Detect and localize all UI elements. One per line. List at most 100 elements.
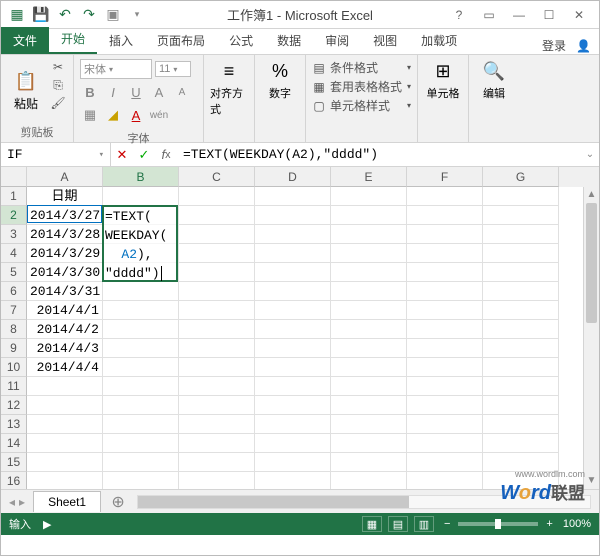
row-header[interactable]: 14 [1, 434, 27, 453]
col-header[interactable]: D [255, 167, 331, 187]
cell[interactable] [331, 301, 407, 320]
cell[interactable]: 2014/4/3 [27, 339, 103, 358]
cell[interactable] [407, 225, 483, 244]
cell[interactable] [179, 472, 255, 489]
help-button[interactable]: ? [447, 6, 471, 24]
cell[interactable] [483, 244, 559, 263]
row-header[interactable]: 10 [1, 358, 27, 377]
cut-icon[interactable]: ✂ [49, 59, 67, 75]
cell[interactable] [27, 434, 103, 453]
cell[interactable] [255, 377, 331, 396]
ribbon-display-button[interactable]: ▭ [477, 6, 501, 24]
row-header[interactable]: 2 [1, 206, 27, 225]
cell[interactable] [331, 206, 407, 225]
cell[interactable] [27, 472, 103, 489]
col-header[interactable]: F [407, 167, 483, 187]
grow-font-button[interactable]: A [149, 82, 169, 102]
cell[interactable] [103, 358, 179, 377]
cell[interactable] [103, 453, 179, 472]
cell[interactable] [407, 244, 483, 263]
row-header[interactable]: 6 [1, 282, 27, 301]
cell[interactable] [331, 377, 407, 396]
cell[interactable] [483, 434, 559, 453]
cell[interactable] [407, 339, 483, 358]
cell[interactable]: 2014/3/30 [27, 263, 103, 282]
cell[interactable] [103, 415, 179, 434]
cell[interactable] [483, 358, 559, 377]
cell[interactable] [255, 396, 331, 415]
cell[interactable] [255, 187, 331, 206]
cell[interactable] [255, 282, 331, 301]
cell[interactable]: 2014/3/28 [27, 225, 103, 244]
close-button[interactable]: ✕ [567, 6, 591, 24]
col-header[interactable]: A [27, 167, 103, 187]
cell[interactable] [331, 415, 407, 434]
cell[interactable]: 2014/4/2 [27, 320, 103, 339]
cell[interactable] [103, 263, 179, 282]
col-header[interactable]: C [179, 167, 255, 187]
cell[interactable] [331, 320, 407, 339]
row-header[interactable]: 13 [1, 415, 27, 434]
cell[interactable] [407, 358, 483, 377]
cell[interactable] [331, 263, 407, 282]
cell[interactable] [407, 282, 483, 301]
phonetic-button[interactable]: wén [149, 105, 169, 125]
cell[interactable] [103, 206, 179, 225]
page-layout-view-button[interactable]: ▤ [388, 516, 408, 532]
cell[interactable] [255, 225, 331, 244]
sheet-nav-prev-icon[interactable]: ◂ [9, 495, 15, 509]
cell[interactable] [255, 434, 331, 453]
cell[interactable] [179, 320, 255, 339]
page-break-view-button[interactable]: ▥ [414, 516, 434, 532]
cell[interactable] [331, 453, 407, 472]
tab-layout[interactable]: 页面布局 [145, 27, 217, 54]
alignment-button[interactable]: ≡ 对齐方式 [210, 59, 248, 117]
cell[interactable] [179, 225, 255, 244]
cell[interactable] [179, 434, 255, 453]
cell[interactable] [483, 206, 559, 225]
formula-confirm-button[interactable]: ✓ [133, 143, 155, 166]
row-header[interactable]: 8 [1, 320, 27, 339]
cell[interactable] [331, 396, 407, 415]
cell[interactable] [179, 187, 255, 206]
cell[interactable] [407, 206, 483, 225]
undo-icon[interactable]: ↶ [57, 7, 73, 23]
redo-icon[interactable]: ↷ [81, 7, 97, 23]
cell[interactable] [179, 244, 255, 263]
cell[interactable] [255, 339, 331, 358]
copy-icon[interactable]: ⎘ [49, 77, 67, 93]
underline-button[interactable]: U [126, 82, 146, 102]
cell[interactable] [103, 244, 179, 263]
cell[interactable] [103, 301, 179, 320]
scroll-up-icon[interactable]: ▲ [584, 187, 599, 203]
cell[interactable] [255, 301, 331, 320]
cell[interactable] [407, 301, 483, 320]
formula-cancel-button[interactable]: ✕ [111, 143, 133, 166]
cell[interactable] [103, 377, 179, 396]
zoom-out-button[interactable]: − [444, 518, 450, 530]
cell[interactable] [331, 244, 407, 263]
add-sheet-button[interactable]: ⊕ [107, 491, 129, 513]
cell[interactable] [255, 472, 331, 489]
cell[interactable] [103, 320, 179, 339]
cell[interactable] [483, 320, 559, 339]
cell[interactable]: 2014/4/4 [27, 358, 103, 377]
user-icon[interactable]: 👤 [576, 39, 591, 53]
minimize-button[interactable]: — [507, 6, 531, 24]
scroll-thumb[interactable] [586, 203, 597, 323]
cell[interactable] [255, 206, 331, 225]
row-header[interactable]: 12 [1, 396, 27, 415]
border-button[interactable]: ▦ [80, 105, 100, 125]
cell[interactable] [331, 339, 407, 358]
cell[interactable] [331, 225, 407, 244]
cell[interactable] [483, 263, 559, 282]
cell[interactable] [483, 301, 559, 320]
cell[interactable]: 日期 [27, 187, 103, 206]
tab-data[interactable]: 数据 [265, 27, 313, 54]
cell[interactable] [179, 301, 255, 320]
cell[interactable] [179, 206, 255, 225]
row-header[interactable]: 11 [1, 377, 27, 396]
cell[interactable] [179, 377, 255, 396]
cell[interactable]: 2014/3/29 [27, 244, 103, 263]
name-box-arrow-icon[interactable]: ▾ [99, 150, 104, 160]
